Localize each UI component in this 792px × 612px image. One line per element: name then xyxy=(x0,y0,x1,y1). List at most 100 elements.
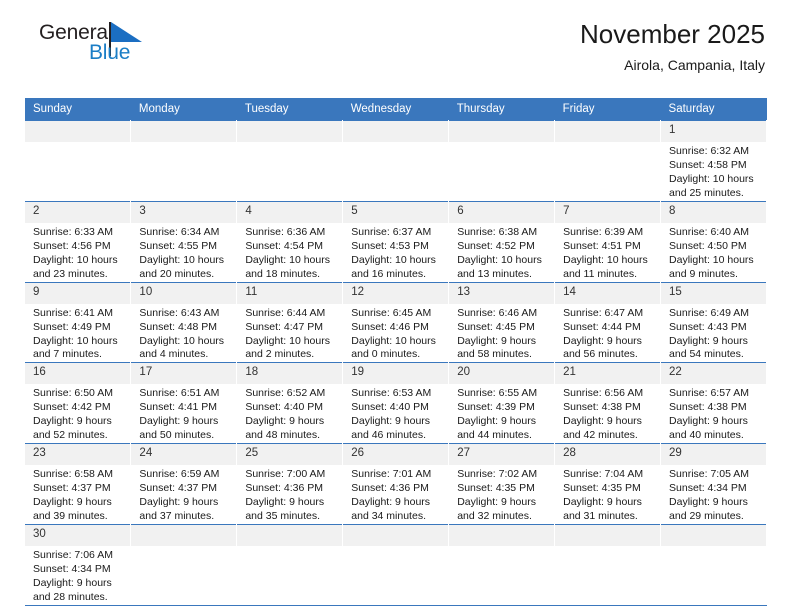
calendar-day-cell[interactable]: 27 Sunrise: 7:02 AM Sunset: 4:35 PM Dayligh… xyxy=(448,443,556,525)
day-number: 9 xyxy=(25,282,131,304)
sunset-time: Sunset: 4:39 PM xyxy=(457,401,535,414)
sunset-time: Sunset: 4:34 PM xyxy=(669,482,747,495)
calendar-day-cell[interactable]: 12 Sunrise: 6:45 AM Sunset: 4:46 PM Dayligh… xyxy=(342,281,450,363)
calendar-day-cell[interactable]: 10 Sunrise: 6:43 AM Sunset: 4:48 PM Dayligh… xyxy=(130,281,238,363)
title-block: November 2025 Airola, Campania, Italy xyxy=(580,19,767,73)
day-details: Sunrise: 6:56 AM Sunset: 4:38 PM Daylight:… xyxy=(555,384,660,443)
day-details: Sunrise: 6:53 AM Sunset: 4:40 PM Daylight:… xyxy=(343,384,448,443)
daylight-duration-line1: Daylight: 9 hours xyxy=(457,334,536,347)
calendar-day-cell[interactable]: 15 Sunrise: 6:49 AM Sunset: 4:43 PM Dayligh… xyxy=(660,281,767,363)
sunrise-time: Sunrise: 6:33 AM xyxy=(33,225,113,238)
day-details: Sunrise: 7:01 AM Sunset: 4:36 PM Daylight:… xyxy=(343,465,448,524)
sunrise-time: Sunrise: 6:32 AM xyxy=(669,145,749,157)
calendar-day-cell[interactable]: 16 Sunrise: 6:50 AM Sunset: 4:42 PM Dayligh… xyxy=(25,362,132,444)
day-details: Sunrise: 6:33 AM Sunset: 4:56 PM Daylight:… xyxy=(25,223,130,282)
day-details: Sunrise: 6:59 AM Sunset: 4:37 PM Daylight:… xyxy=(131,465,236,524)
day-details: Sunrise: 6:52 AM Sunset: 4:40 PM Daylight:… xyxy=(237,384,342,443)
calendar-day-cell[interactable]: 3 Sunrise: 6:34 AM Sunset: 4:55 PM Daylight… xyxy=(130,200,238,283)
day-number-placeholder xyxy=(449,121,555,142)
calendar-day-cell[interactable]: 1 Sunrise: 6:32 AM Sunset: 4:58 PM Daylight… xyxy=(660,120,767,202)
calendar-page: General Blue November 2025 Airola, Campa… xyxy=(0,0,792,612)
sunset-time: Sunset: 4:40 PM xyxy=(245,401,323,414)
calendar-day-empty xyxy=(236,120,344,202)
page-subtitle: Airola, Campania, Italy xyxy=(624,56,765,73)
sunset-time: Sunset: 4:46 PM xyxy=(351,320,429,333)
calendar-day-cell[interactable]: 14 Sunrise: 6:47 AM Sunset: 4:44 PM Dayligh… xyxy=(554,281,662,363)
sunset-time: Sunset: 4:40 PM xyxy=(351,401,429,414)
daylight-duration-line2: and 37 minutes. xyxy=(139,510,215,523)
day-number: 23 xyxy=(25,444,131,466)
sunrise-time: Sunrise: 7:06 AM xyxy=(33,549,113,562)
calendar-day-cell[interactable]: 18 Sunrise: 6:52 AM Sunset: 4:40 PM Dayligh… xyxy=(236,362,344,444)
calendar-day-cell[interactable]: 21 Sunrise: 6:56 AM Sunset: 4:38 PM Dayligh… xyxy=(554,362,662,444)
calendar-day-cell[interactable]: 22 Sunrise: 6:57 AM Sunset: 4:38 PM Dayligh… xyxy=(660,362,767,444)
daylight-duration-line2: and 31 minutes. xyxy=(563,510,638,523)
weekday-header-sunday: Sunday xyxy=(25,98,131,121)
day-number-placeholder xyxy=(343,525,449,547)
day-number: 29 xyxy=(661,444,766,466)
calendar-day-cell[interactable]: 2 Sunrise: 6:33 AM Sunset: 4:56 PM Daylight… xyxy=(25,200,132,283)
calendar-day-cell[interactable]: 30 Sunrise: 7:06 AM Sunset: 4:34 PM Dayligh… xyxy=(25,524,132,606)
daylight-duration-line1: Daylight: 9 hours xyxy=(563,496,642,509)
daylight-duration-line1: Daylight: 9 hours xyxy=(33,415,112,428)
daylight-duration-line2: and 40 minutes. xyxy=(669,429,744,442)
day-number: 30 xyxy=(25,525,131,547)
day-number: 7 xyxy=(555,201,661,223)
calendar-day-cell[interactable]: 25 Sunrise: 7:00 AM Sunset: 4:36 PM Dayligh… xyxy=(236,443,344,525)
calendar-day-cell[interactable]: 6 Sunrise: 6:38 AM Sunset: 4:52 PM Daylight… xyxy=(448,200,556,283)
calendar-day-cell[interactable]: 23 Sunrise: 6:58 AM Sunset: 4:37 PM Dayligh… xyxy=(25,443,132,525)
calendar-body: 1 Sunrise: 6:32 AM Sunset: 4:58 PM Daylight… xyxy=(25,120,767,606)
daylight-duration-line1: Daylight: 9 hours xyxy=(457,496,536,509)
calendar-day-cell[interactable]: 4 Sunrise: 6:36 AM Sunset: 4:54 PM Daylight… xyxy=(236,200,344,283)
daylight-duration-line2: and 29 minutes. xyxy=(669,510,744,523)
weekday-header-row: Sunday Monday Tuesday Wednesday Thursday… xyxy=(25,98,767,121)
calendar-day-cell[interactable]: 11 Sunrise: 6:44 AM Sunset: 4:47 PM Dayligh… xyxy=(236,281,344,363)
sunset-time: Sunset: 4:43 PM xyxy=(669,320,747,333)
daylight-duration-line2: and 58 minutes. xyxy=(457,348,532,361)
day-details: Sunrise: 6:47 AM Sunset: 4:44 PM Daylight:… xyxy=(555,304,660,363)
calendar-day-cell[interactable]: 13 Sunrise: 6:46 AM Sunset: 4:45 PM Dayligh… xyxy=(448,281,556,363)
day-details: Sunrise: 6:36 AM Sunset: 4:54 PM Daylight:… xyxy=(237,223,342,282)
daylight-duration-line2: and 9 minutes. xyxy=(669,267,738,280)
calendar-day-cell[interactable]: 5 Sunrise: 6:37 AM Sunset: 4:53 PM Daylight… xyxy=(342,200,450,283)
calendar-day-cell[interactable]: 24 Sunrise: 6:59 AM Sunset: 4:37 PM Dayligh… xyxy=(130,443,238,525)
day-number: 20 xyxy=(449,363,555,385)
sunrise-time: Sunrise: 6:41 AM xyxy=(33,306,113,319)
sunrise-time: Sunrise: 6:46 AM xyxy=(457,306,538,319)
calendar-week-row: 1 Sunrise: 6:32 AM Sunset: 4:58 PM Daylight… xyxy=(25,120,767,202)
day-number: 19 xyxy=(343,363,449,385)
general-blue-logo[interactable]: General Blue xyxy=(25,20,175,72)
sunrise-time: Sunrise: 6:53 AM xyxy=(351,387,432,400)
day-details: Sunrise: 6:34 AM Sunset: 4:55 PM Daylight:… xyxy=(131,223,236,282)
weekday-header-saturday: Saturday xyxy=(660,98,767,121)
calendar-day-cell[interactable]: 29 Sunrise: 7:05 AM Sunset: 4:34 PM Dayligh… xyxy=(660,443,767,525)
sunset-time: Sunset: 4:36 PM xyxy=(245,482,323,495)
daylight-duration-line1: Daylight: 10 hours xyxy=(351,253,436,266)
calendar-day-cell[interactable]: 28 Sunrise: 7:04 AM Sunset: 4:35 PM Dayligh… xyxy=(554,443,662,525)
calendar-day-cell[interactable]: 7 Sunrise: 6:39 AM Sunset: 4:51 PM Daylight… xyxy=(554,200,662,283)
sunset-time: Sunset: 4:42 PM xyxy=(33,401,111,414)
daylight-duration-line2: and 42 minutes. xyxy=(563,429,638,442)
calendar-day-cell[interactable]: 17 Sunrise: 6:51 AM Sunset: 4:41 PM Dayligh… xyxy=(130,362,238,444)
day-number: 8 xyxy=(661,201,766,223)
calendar-week-row: 9 Sunrise: 6:41 AM Sunset: 4:49 PM Daylight… xyxy=(25,281,767,363)
day-number: 5 xyxy=(343,201,449,223)
sunset-time: Sunset: 4:45 PM xyxy=(457,320,535,333)
sunset-time: Sunset: 4:50 PM xyxy=(669,239,747,252)
calendar-day-cell[interactable]: 8 Sunrise: 6:40 AM Sunset: 4:50 PM Daylight… xyxy=(660,200,767,283)
day-number-placeholder xyxy=(131,525,237,547)
calendar-day-empty xyxy=(130,524,238,606)
day-number-placeholder xyxy=(449,525,555,547)
calendar-day-cell[interactable]: 26 Sunrise: 7:01 AM Sunset: 4:36 PM Dayligh… xyxy=(342,443,450,525)
day-details: Sunrise: 6:58 AM Sunset: 4:37 PM Daylight:… xyxy=(25,465,130,524)
day-number: 16 xyxy=(25,363,131,385)
sunrise-time: Sunrise: 7:05 AM xyxy=(669,468,749,481)
calendar-day-empty xyxy=(448,120,556,202)
calendar-day-cell[interactable]: 19 Sunrise: 6:53 AM Sunset: 4:40 PM Dayligh… xyxy=(342,362,450,444)
sunrise-time: Sunrise: 6:55 AM xyxy=(457,387,538,400)
calendar-day-cell[interactable]: 20 Sunrise: 6:55 AM Sunset: 4:39 PM Dayligh… xyxy=(448,362,556,444)
weekday-header-monday: Monday xyxy=(130,98,237,121)
sunset-time: Sunset: 4:37 PM xyxy=(139,482,218,495)
daylight-duration-line1: Daylight: 9 hours xyxy=(245,415,325,428)
calendar-day-cell[interactable]: 9 Sunrise: 6:41 AM Sunset: 4:49 PM Daylight… xyxy=(25,281,132,363)
